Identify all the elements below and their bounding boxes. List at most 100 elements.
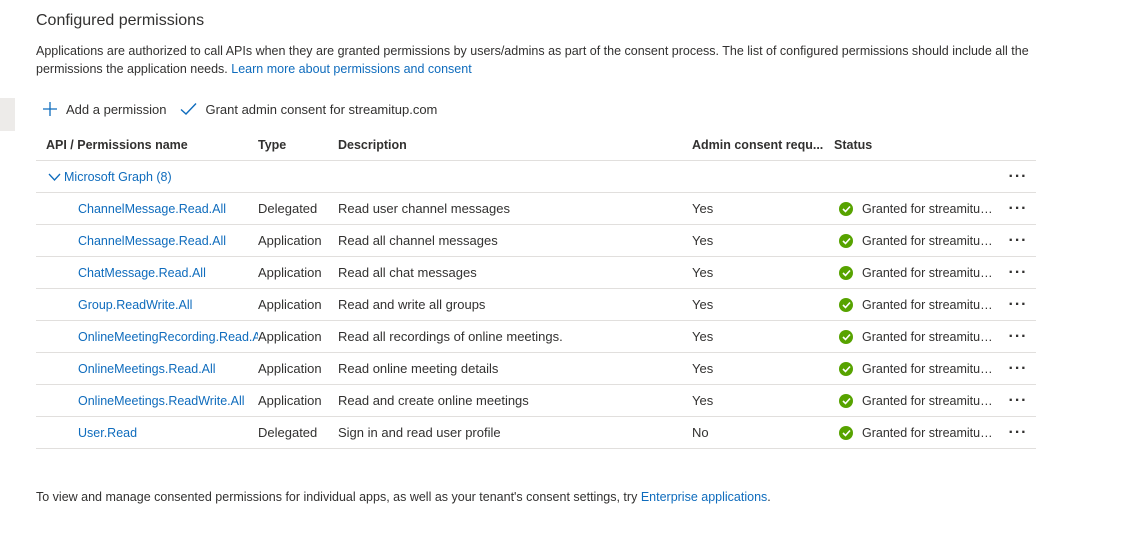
permission-type: Delegated bbox=[258, 201, 318, 216]
permission-description: Read and create online meetings bbox=[338, 393, 529, 408]
admin-consent-required: Yes bbox=[692, 329, 714, 344]
status-text: Granted for streamitup.... bbox=[862, 265, 996, 280]
success-check-icon bbox=[839, 361, 853, 376]
header-name[interactable]: API / Permissions name bbox=[46, 130, 256, 160]
permission-description: Read user channel messages bbox=[338, 201, 510, 216]
command-bar: Add a permission Grant admin consent for… bbox=[42, 99, 437, 119]
permission-description: Read all chat messages bbox=[338, 265, 477, 280]
footer-note: To view and manage consented permissions… bbox=[36, 490, 771, 504]
permission-name-link[interactable]: ChannelMessage.Read.All bbox=[78, 202, 226, 216]
more-icon: ··· bbox=[1008, 327, 1028, 345]
status-badge: Granted for streamitup.... bbox=[834, 297, 996, 312]
header-status[interactable]: Status bbox=[834, 130, 1006, 160]
permission-description: Read all recordings of online meetings. bbox=[338, 329, 563, 344]
table-header: API / Permissions name Type Description … bbox=[36, 130, 1036, 161]
permissions-table: API / Permissions name Type Description … bbox=[36, 130, 1036, 449]
more-icon: ··· bbox=[1008, 359, 1028, 377]
permission-rows: ChannelMessage.Read.All Delegated Read u… bbox=[36, 193, 1036, 449]
row-more-button[interactable]: ··· bbox=[1006, 225, 1030, 256]
footer-suffix: . bbox=[767, 490, 771, 504]
header-description[interactable]: Description bbox=[338, 130, 688, 160]
permission-name-link[interactable]: OnlineMeetings.Read.All bbox=[78, 362, 216, 376]
permission-description: Read all channel messages bbox=[338, 233, 498, 248]
group-row: Microsoft Graph (8) ··· bbox=[36, 161, 1036, 193]
permission-name-link[interactable]: ChannelMessage.Read.All bbox=[78, 234, 226, 248]
status-cell: Granted for streamitup.... bbox=[834, 385, 1006, 416]
success-check-icon bbox=[839, 329, 853, 344]
row-more-button[interactable]: ··· bbox=[1006, 193, 1030, 224]
add-permission-label: Add a permission bbox=[66, 101, 167, 117]
permission-type: Application bbox=[258, 393, 322, 408]
status-text: Granted for streamitup.... bbox=[862, 329, 996, 344]
group-more-button[interactable]: ··· bbox=[1006, 161, 1030, 192]
status-badge: Granted for streamitup.... bbox=[834, 201, 996, 216]
permission-name-cell: User.Read bbox=[78, 417, 258, 448]
permission-description: Sign in and read user profile bbox=[338, 425, 501, 440]
permission-name-cell: OnlineMeetings.Read.All bbox=[78, 353, 258, 384]
chevron-down-icon bbox=[48, 173, 61, 181]
status-text: Granted for streamitup.... bbox=[862, 425, 996, 440]
status-badge: Granted for streamitup.... bbox=[834, 329, 996, 344]
description-text: Applications are authorized to call APIs… bbox=[36, 44, 1029, 76]
table-row: OnlineMeetings.ReadWrite.All Application… bbox=[36, 385, 1036, 417]
learn-more-link[interactable]: Learn more about permissions and consent bbox=[231, 62, 471, 76]
permission-description: Read and write all groups bbox=[338, 297, 486, 312]
success-check-icon bbox=[839, 233, 853, 248]
status-text: Granted for streamitup.... bbox=[862, 201, 996, 216]
row-more-button[interactable]: ··· bbox=[1006, 321, 1030, 352]
admin-consent-required: Yes bbox=[692, 297, 714, 312]
add-permission-button[interactable]: Add a permission bbox=[42, 101, 166, 117]
row-more-button[interactable]: ··· bbox=[1006, 417, 1030, 448]
permission-name-link[interactable]: OnlineMeetings.ReadWrite.All bbox=[78, 394, 245, 408]
permission-name-cell: ChannelMessage.Read.All bbox=[78, 193, 258, 224]
table-row: OnlineMeetingRecording.Read.A Applicatio… bbox=[36, 321, 1036, 353]
table-row: ChannelMessage.Read.All Application Read… bbox=[36, 225, 1036, 257]
status-cell: Granted for streamitup.... bbox=[834, 417, 1006, 448]
admin-consent-required: Yes bbox=[692, 233, 714, 248]
permission-name-link[interactable]: Group.ReadWrite.All bbox=[78, 298, 192, 312]
more-icon: ··· bbox=[1008, 391, 1028, 409]
row-more-button[interactable]: ··· bbox=[1006, 257, 1030, 288]
permission-name-cell: ChannelMessage.Read.All bbox=[78, 225, 258, 256]
success-check-icon bbox=[839, 297, 853, 312]
status-text: Granted for streamitup.... bbox=[862, 297, 996, 312]
permission-name-cell: OnlineMeetingRecording.Read.A bbox=[78, 321, 258, 352]
status-badge: Granted for streamitup.... bbox=[834, 233, 996, 248]
permission-type: Delegated bbox=[258, 425, 318, 440]
permission-type: Application bbox=[258, 361, 322, 376]
permission-type: Application bbox=[258, 233, 322, 248]
permission-name-link[interactable]: User.Read bbox=[78, 426, 137, 440]
group-label: Microsoft Graph (8) bbox=[64, 169, 172, 184]
group-toggle[interactable]: Microsoft Graph (8) bbox=[48, 170, 172, 184]
success-check-icon bbox=[839, 425, 853, 440]
page-title: Configured permissions bbox=[36, 12, 205, 29]
more-icon: ··· bbox=[1008, 231, 1028, 249]
enterprise-applications-link[interactable]: Enterprise applications bbox=[641, 490, 767, 504]
status-cell: Granted for streamitup.... bbox=[834, 321, 1006, 352]
footer-text: To view and manage consented permissions… bbox=[36, 490, 638, 504]
more-icon: ··· bbox=[1008, 199, 1028, 217]
table-row: User.Read Delegated Sign in and read use… bbox=[36, 417, 1036, 449]
permission-type: Application bbox=[258, 265, 322, 280]
permission-name-link[interactable]: OnlineMeetingRecording.Read.A bbox=[78, 330, 258, 344]
header-type[interactable]: Type bbox=[258, 130, 336, 160]
permission-name-link[interactable]: ChatMessage.Read.All bbox=[78, 266, 206, 280]
more-icon: ··· bbox=[1008, 263, 1028, 281]
status-badge: Granted for streamitup.... bbox=[834, 265, 996, 280]
status-badge: Granted for streamitup.... bbox=[834, 425, 996, 440]
status-cell: Granted for streamitup.... bbox=[834, 353, 1006, 384]
permission-name-cell: Group.ReadWrite.All bbox=[78, 289, 258, 320]
row-more-button[interactable]: ··· bbox=[1006, 385, 1030, 416]
table-row: ChatMessage.Read.All Application Read al… bbox=[36, 257, 1036, 289]
group-toggle-cell: Microsoft Graph (8) bbox=[48, 161, 258, 192]
success-check-icon bbox=[839, 393, 853, 408]
more-icon: ··· bbox=[1008, 423, 1028, 441]
status-cell: Granted for streamitup.... bbox=[834, 257, 1006, 288]
header-admin-consent[interactable]: Admin consent requ... bbox=[692, 130, 830, 160]
admin-consent-required: Yes bbox=[692, 393, 714, 408]
status-badge: Granted for streamitup.... bbox=[834, 361, 996, 376]
table-row: OnlineMeetings.Read.All Application Read… bbox=[36, 353, 1036, 385]
row-more-button[interactable]: ··· bbox=[1006, 289, 1030, 320]
grant-admin-consent-button[interactable]: Grant admin consent for streamitup.com bbox=[180, 102, 437, 117]
row-more-button[interactable]: ··· bbox=[1006, 353, 1030, 384]
